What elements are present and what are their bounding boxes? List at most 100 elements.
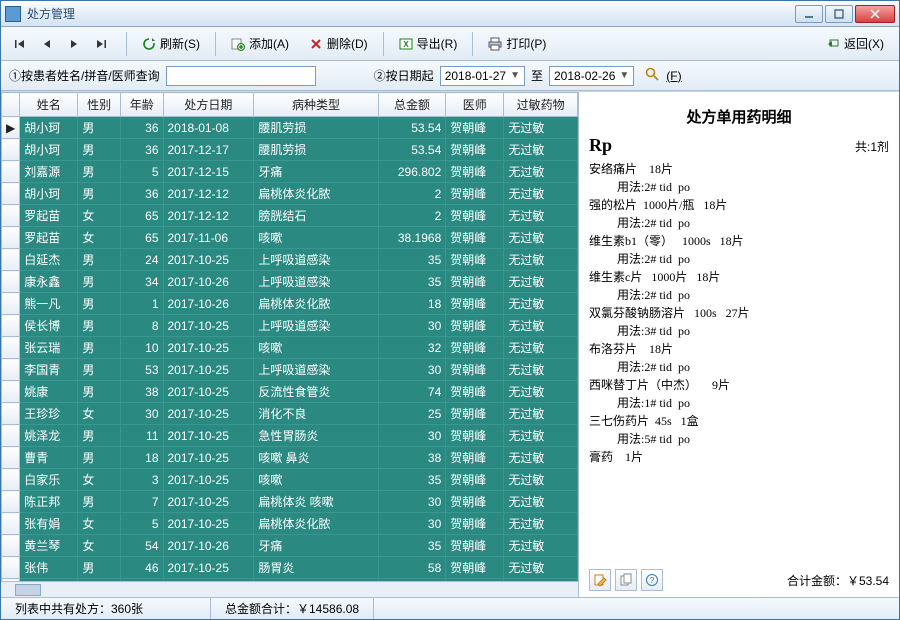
cell: 38 [378, 447, 446, 469]
add-button[interactable]: 添加(A) [222, 31, 298, 57]
search-icon[interactable] [644, 66, 660, 85]
cell: 2017-12-15 [163, 161, 254, 183]
cell: 38 [120, 381, 163, 403]
detail-edit-button[interactable] [589, 569, 611, 591]
svg-text:?: ? [650, 576, 655, 585]
back-button[interactable]: 返回(X) [817, 31, 893, 57]
drug-usage: 用法:2# tid po [589, 214, 889, 232]
cell: 女 [78, 227, 121, 249]
cell: 无过敏 [504, 205, 578, 227]
cell: 男 [78, 117, 121, 139]
cell: 贺朝峰 [446, 337, 504, 359]
table-row[interactable]: 白家乐女32017-10-25咳嗽35贺朝峰无过敏 [2, 469, 578, 491]
column-header[interactable]: 病种类型 [254, 93, 378, 117]
table-row[interactable]: 刘嘉源男52017-12-15牙痛296.802贺朝峰无过敏 [2, 161, 578, 183]
table-row[interactable]: 张有娟女52017-10-25扁桃体炎化脓30贺朝峰无过敏 [2, 513, 578, 535]
cell: 咳嗽 [254, 227, 378, 249]
search-hotkey: (F) [666, 69, 681, 83]
grid-scroll[interactable]: 姓名性别年齢处方日期病种类型总金额医师过敏药物 ▶胡小珂男362018-01-0… [1, 92, 578, 581]
detail-help-button[interactable]: ? [641, 569, 663, 591]
date-from-picker[interactable]: 2018-01-27▼ [440, 66, 525, 86]
table-row[interactable]: ▶胡小珂男362018-01-08腰肌劳损53.54贺朝峰无过敏 [2, 117, 578, 139]
nav-first-button[interactable] [7, 31, 33, 57]
row-marker [2, 139, 20, 161]
cell: 2017-10-25 [163, 381, 254, 403]
table-row[interactable]: 陈正邦男72017-10-25扁桃体炎 咳嗽30贺朝峰无过敏 [2, 491, 578, 513]
search-input[interactable] [166, 66, 316, 86]
cell: 2017-10-25 [163, 425, 254, 447]
table-row[interactable]: 李国青男532017-10-25上呼吸道感染30贺朝峰无过敏 [2, 359, 578, 381]
column-header[interactable]: 姓名 [20, 93, 78, 117]
row-marker [2, 403, 20, 425]
cell: 男 [78, 293, 121, 315]
date-to-picker[interactable]: 2018-02-26▼ [549, 66, 634, 86]
column-header[interactable]: 过敏药物 [504, 93, 578, 117]
cell: 罗起苗 [20, 227, 78, 249]
table-row[interactable]: 王珍珍女302017-10-25消化不良25贺朝峰无过敏 [2, 403, 578, 425]
table-row[interactable]: 罗起苗女652017-11-06咳嗽38.1968贺朝峰无过敏 [2, 227, 578, 249]
nav-prev-button[interactable] [34, 31, 60, 57]
cell: 53 [120, 359, 163, 381]
cell: 3 [120, 469, 163, 491]
search-label-name: ①按患者姓名/拼音/医师查询 [9, 67, 160, 84]
column-header[interactable]: 性别 [78, 93, 121, 117]
table-row[interactable]: 康永鑫男342017-10-26上呼吸道感染35贺朝峰无过敏 [2, 271, 578, 293]
cell: 曹青 [20, 447, 78, 469]
column-header[interactable]: 处方日期 [163, 93, 254, 117]
cell: 女 [78, 469, 121, 491]
maximize-button[interactable] [825, 5, 853, 23]
column-header[interactable]: 年齢 [120, 93, 163, 117]
cell: 牙痛 [254, 161, 378, 183]
table-row[interactable]: 黄兰琴女542017-10-26牙痛35贺朝峰无过敏 [2, 535, 578, 557]
cell: 无过敏 [504, 139, 578, 161]
table-row[interactable]: 姚泽龙男112017-10-25急性胃肠炎30贺朝峰无过敏 [2, 425, 578, 447]
prescription-table[interactable]: 姓名性别年齢处方日期病种类型总金额医师过敏药物 ▶胡小珂男362018-01-0… [1, 92, 578, 581]
table-row[interactable]: 姚康男382017-10-25反流性食管炎74贺朝峰无过敏 [2, 381, 578, 403]
minimize-button[interactable] [795, 5, 823, 23]
nav-next-button[interactable] [61, 31, 87, 57]
print-button[interactable]: 打印(P) [479, 31, 555, 57]
cell: 无过敏 [504, 359, 578, 381]
table-row[interactable]: 胡小珂男362017-12-12扁桃体炎化脓2贺朝峰无过敏 [2, 183, 578, 205]
table-row[interactable]: 曹青男182017-10-25咳嗽 鼻炎38贺朝峰无过敏 [2, 447, 578, 469]
export-button[interactable]: X导出(R) [390, 31, 467, 57]
cell: 贺朝峰 [446, 491, 504, 513]
table-row[interactable]: 罗起苗女652017-12-12膀胱结石2贺朝峰无过敏 [2, 205, 578, 227]
cell: 2017-10-26 [163, 271, 254, 293]
cell: 贺朝峰 [446, 249, 504, 271]
cell: 贺朝峰 [446, 535, 504, 557]
cell: 18 [120, 447, 163, 469]
cell: 张伟 [20, 557, 78, 579]
row-marker [2, 205, 20, 227]
cell: 上呼吸道感染 [254, 271, 378, 293]
drug-usage: 用法:2# tid po [589, 286, 889, 304]
column-header[interactable]: 总金额 [378, 93, 446, 117]
dose-count: 共:1剂 [855, 138, 889, 155]
table-row[interactable]: 张云瑞男102017-10-25咳嗽32贺朝峰无过敏 [2, 337, 578, 359]
cell: 咳嗽 [254, 469, 378, 491]
detail-copy-button[interactable] [615, 569, 637, 591]
cell: 2017-10-25 [163, 513, 254, 535]
table-row[interactable]: 胡小珂男362017-12-17腰肌劳损53.54贺朝峰无过敏 [2, 139, 578, 161]
cell: 36 [120, 117, 163, 139]
cell: 2017-10-25 [163, 403, 254, 425]
cell: 30 [120, 403, 163, 425]
horizontal-scrollbar[interactable] [1, 581, 578, 597]
titlebar: 处方管理 [1, 1, 899, 27]
refresh-button[interactable]: 刷新(S) [133, 31, 209, 57]
delete-button[interactable]: 删除(D) [300, 31, 377, 57]
table-row[interactable]: 白延杰男242017-10-25上呼吸道感染35贺朝峰无过敏 [2, 249, 578, 271]
cell: 陈正邦 [20, 491, 78, 513]
column-header[interactable]: 医师 [446, 93, 504, 117]
table-row[interactable]: 张伟男462017-10-25肠胃炎58贺朝峰无过敏 [2, 557, 578, 579]
cell: 贺朝峰 [446, 447, 504, 469]
close-button[interactable] [855, 5, 895, 23]
cell: 无过敏 [504, 513, 578, 535]
nav-last-button[interactable] [88, 31, 114, 57]
drug-line: 维生素b1（零） 1000s 18片 [589, 232, 889, 250]
cell: 贺朝峰 [446, 205, 504, 227]
cell: 74 [378, 381, 446, 403]
table-row[interactable]: 熊一凡男12017-10-26扁桃体炎化脓18贺朝峰无过敏 [2, 293, 578, 315]
table-row[interactable]: 侯长博男82017-10-25上呼吸道感染30贺朝峰无过敏 [2, 315, 578, 337]
cell: 36 [120, 183, 163, 205]
